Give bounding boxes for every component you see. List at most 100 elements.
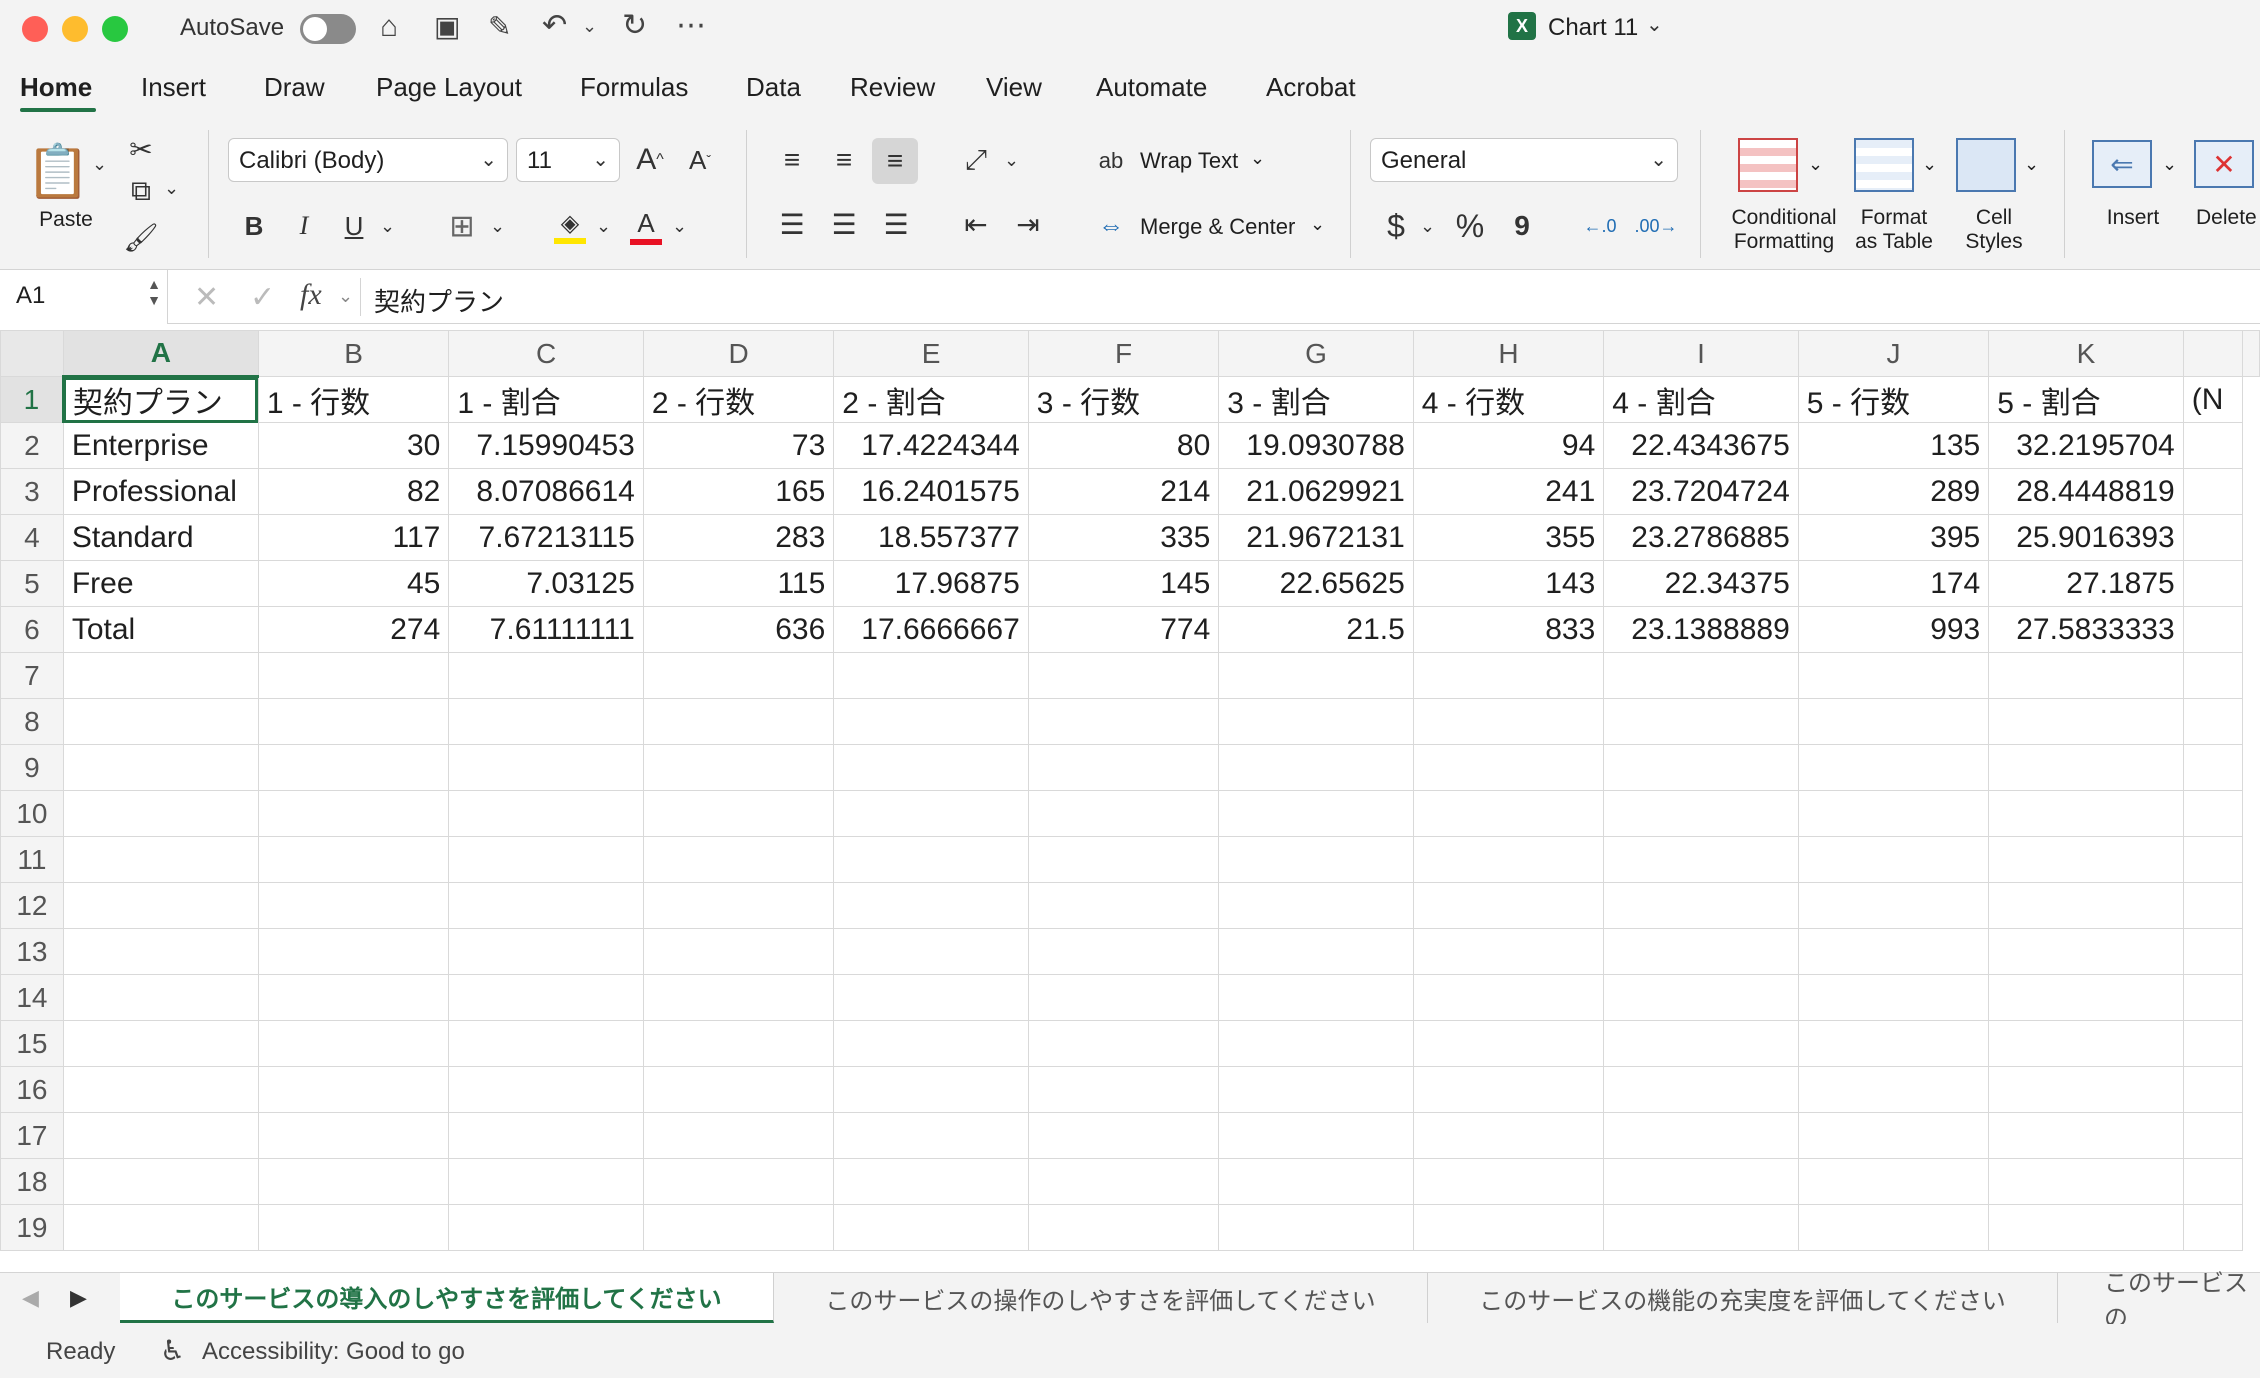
wrap-text-dropdown-icon[interactable]: ⌄ xyxy=(1250,148,1265,169)
cell[interactable]: 143 xyxy=(1412,560,1605,607)
cell[interactable]: 4 - 割合 xyxy=(1603,376,1799,423)
cell[interactable] xyxy=(1797,1204,1990,1251)
column-header-b[interactable]: B xyxy=(257,330,450,377)
cell[interactable] xyxy=(1027,790,1220,837)
cell[interactable]: 23.7204724 xyxy=(1603,468,1799,515)
format-painter-icon[interactable]: 🖌 xyxy=(123,220,159,254)
cell[interactable]: Total xyxy=(62,606,259,653)
tab-draw[interactable]: Draw xyxy=(264,72,325,103)
tab-view[interactable]: View xyxy=(986,72,1042,103)
copy-dropdown-icon[interactable]: ⌄ xyxy=(164,178,179,199)
cell[interactable]: 8.07086614 xyxy=(448,468,644,515)
cell[interactable] xyxy=(257,1112,450,1159)
undo-dropdown-icon[interactable]: ⌄ xyxy=(582,16,597,37)
cell[interactable] xyxy=(2182,1158,2244,1205)
cell[interactable]: 5 - 行数 xyxy=(1797,376,1990,423)
cell[interactable] xyxy=(1218,974,1414,1021)
cell[interactable]: 82 xyxy=(257,468,450,515)
cell[interactable]: 73 xyxy=(642,422,835,469)
cell[interactable] xyxy=(2182,514,2244,561)
cell[interactable]: 7.15990453 xyxy=(448,422,644,469)
cell[interactable] xyxy=(257,882,450,929)
cell[interactable] xyxy=(1797,882,1990,929)
percent-button[interactable]: % xyxy=(1450,206,1490,246)
merge-center-button[interactable]: Merge & Center xyxy=(1140,214,1295,240)
cell[interactable] xyxy=(62,744,259,791)
cell[interactable] xyxy=(448,744,644,791)
cell[interactable] xyxy=(1027,1204,1220,1251)
cell[interactable] xyxy=(1797,836,1990,883)
delete-cells-button[interactable]: Delete xyxy=(2196,206,2260,230)
conditional-formatting-dropdown-icon[interactable]: ⌄ xyxy=(1808,154,1823,175)
row-header[interactable]: 14 xyxy=(0,974,64,1021)
decrease-decimal-icon[interactable]: .00→ xyxy=(1634,206,1677,246)
cell[interactable] xyxy=(833,836,1029,883)
italic-button[interactable]: I xyxy=(286,206,322,246)
cell[interactable] xyxy=(257,790,450,837)
home-icon[interactable]: ⌂ xyxy=(380,10,398,44)
maximize-window-button[interactable] xyxy=(102,16,128,42)
align-right-icon[interactable]: ☰ xyxy=(876,204,916,244)
cell[interactable] xyxy=(1218,1204,1414,1251)
row-header[interactable]: 15 xyxy=(0,1020,64,1067)
cell[interactable]: 25.9016393 xyxy=(1988,514,2184,561)
conditional-formatting-button[interactable]: Conditional Formatting xyxy=(1716,206,1852,254)
insert-function-icon[interactable]: fx xyxy=(300,278,322,312)
cell[interactable]: 135 xyxy=(1797,422,1990,469)
row-header[interactable]: 9 xyxy=(0,744,64,791)
cell[interactable] xyxy=(62,1066,259,1113)
cell[interactable]: Enterprise xyxy=(62,422,259,469)
align-bottom-icon[interactable]: ≡ xyxy=(872,138,918,184)
cell[interactable] xyxy=(1218,1112,1414,1159)
cell[interactable] xyxy=(1988,1158,2184,1205)
spreadsheet-grid[interactable]: ABCDEFGHIJK 1 契約プラン 1 - 行数 1 - 割合 2 - 行数 2 - … xyxy=(0,330,2260,1270)
cell[interactable] xyxy=(1027,1158,1220,1205)
align-top-icon[interactable]: ≡ xyxy=(772,140,812,180)
borders-dropdown-icon[interactable]: ⌄ xyxy=(490,216,505,237)
merge-center-icon[interactable]: ⇔ xyxy=(1094,208,1128,242)
cell[interactable] xyxy=(1412,1066,1605,1113)
cell[interactable] xyxy=(1603,974,1799,1021)
paste-icon[interactable]: 📋 xyxy=(26,136,91,206)
cell[interactable] xyxy=(1027,1020,1220,1067)
cell[interactable]: 1 - 割合 xyxy=(448,376,644,423)
increase-font-size-icon[interactable]: A ^ xyxy=(632,142,668,178)
cell[interactable]: 22.4343675 xyxy=(1603,422,1799,469)
cell[interactable]: Free xyxy=(62,560,259,607)
font-name-select[interactable]: Calibri (Body) ⌄ xyxy=(228,138,508,182)
cell[interactable] xyxy=(2182,652,2244,699)
redo-icon[interactable]: ↻ xyxy=(622,8,647,43)
cell[interactable] xyxy=(62,698,259,745)
fill-color-icon[interactable]: ◈ xyxy=(550,204,590,248)
cell[interactable] xyxy=(1027,698,1220,745)
cell[interactable] xyxy=(642,1020,835,1067)
cell[interactable] xyxy=(1218,698,1414,745)
font-color-icon[interactable]: A xyxy=(626,204,666,248)
cell[interactable] xyxy=(1412,1158,1605,1205)
cell[interactable]: 4 - 行数 xyxy=(1412,376,1605,423)
cell[interactable] xyxy=(833,1020,1029,1067)
cell[interactable] xyxy=(62,1020,259,1067)
cell[interactable]: 395 xyxy=(1797,514,1990,561)
cell[interactable] xyxy=(62,836,259,883)
cell[interactable]: 23.2786885 xyxy=(1603,514,1799,561)
merge-center-dropdown-icon[interactable]: ⌄ xyxy=(1310,214,1325,235)
row-header[interactable]: 5 xyxy=(0,560,64,607)
cell[interactable] xyxy=(642,1158,835,1205)
cell[interactable] xyxy=(642,1204,835,1251)
row-header[interactable]: 11 xyxy=(0,836,64,883)
row-header[interactable]: 18 xyxy=(0,1158,64,1205)
cell[interactable] xyxy=(1603,928,1799,975)
cell[interactable] xyxy=(833,744,1029,791)
cell[interactable] xyxy=(833,1204,1029,1251)
tab-acrobat[interactable]: Acrobat xyxy=(1266,72,1356,103)
cell[interactable] xyxy=(1603,1112,1799,1159)
column-header-g[interactable]: G xyxy=(1218,330,1414,377)
cell[interactable] xyxy=(1603,836,1799,883)
tab-formulas[interactable]: Formulas xyxy=(580,72,688,103)
column-header-h[interactable]: H xyxy=(1412,330,1605,377)
cell[interactable]: 5 - 割合 xyxy=(1988,376,2184,423)
row-header[interactable]: 12 xyxy=(0,882,64,929)
cell[interactable]: 45 xyxy=(257,560,450,607)
cell[interactable]: 17.96875 xyxy=(833,560,1029,607)
